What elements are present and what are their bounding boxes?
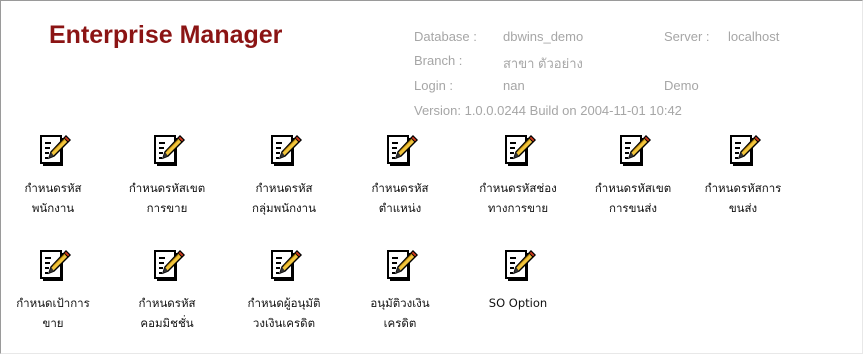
edit-document-icon <box>341 133 459 169</box>
server-label: Server : <box>664 29 710 44</box>
tile-label-line1: กำหนดรหัส <box>24 181 82 195</box>
tile-commission-code[interactable]: กำหนดรหัสคอมมิชชั่น <box>108 248 226 333</box>
tile-shipping-code[interactable]: กำหนดรหัสการขนส่ง <box>684 133 802 218</box>
tile-label-line2: การขาย <box>146 201 188 215</box>
tile-label-line2: พนักงาน <box>31 201 75 215</box>
database-label: Database : <box>414 29 477 44</box>
edit-document-icon <box>108 248 226 284</box>
tile-label-line1: กำหนดรหัส <box>255 181 313 195</box>
login-extra: Demo <box>664 78 699 93</box>
tile-employee-code[interactable]: กำหนดรหัสพนักงาน <box>0 133 112 218</box>
tile-label-line2: เครดิต <box>383 316 417 330</box>
tile-label-line1: กำหนดรหัส <box>371 181 429 195</box>
tile-label-line2: ตำแหน่ง <box>378 201 422 215</box>
edit-document-icon <box>341 248 459 284</box>
version-info: Version: 1.0.0.0244 Build on 2004-11-01 … <box>414 103 682 118</box>
tile-sales-area-code[interactable]: กำหนดรหัสเขตการขาย <box>108 133 226 218</box>
tile-label-line2: ขาย <box>42 316 64 330</box>
server-value: localhost <box>728 29 780 44</box>
app-title: Enterprise Manager <box>49 21 283 49</box>
tile-so-option[interactable]: SO Option <box>459 248 577 313</box>
main-panel: Enterprise Manager Database : dbwins_dem… <box>0 0 863 354</box>
tile-label-line2: ขนส่ง <box>728 201 758 215</box>
tile-label-line1: กำหนดผู้อนุมัติ <box>247 296 321 310</box>
tile-label-line1: กำหนดเป้าการ <box>16 296 90 310</box>
edit-document-icon <box>574 133 692 169</box>
tile-credit-approver[interactable]: กำหนดผู้อนุมัติวงเงินเครดิต <box>225 248 343 333</box>
tile-position-code[interactable]: กำหนดรหัสตำแหน่ง <box>341 133 459 218</box>
edit-document-icon <box>0 248 112 284</box>
edit-document-icon <box>0 133 112 169</box>
tile-sales-channel-code[interactable]: กำหนดรหัสช่องทางการขาย <box>459 133 577 218</box>
tile-label-line2: กลุ่มพนักงาน <box>252 201 316 215</box>
edit-document-icon <box>108 133 226 169</box>
tile-approve-credit-limit[interactable]: อนุมัติวงเงินเครดิต <box>341 248 459 333</box>
tile-label-line2: วงเงินเครดิต <box>252 316 316 330</box>
login-value: nan <box>503 78 525 93</box>
tile-employee-group-code[interactable]: กำหนดรหัสกลุ่มพนักงาน <box>225 133 343 218</box>
edit-document-icon <box>225 248 343 284</box>
tile-label-line1: กำหนดรหัสเขต <box>594 181 672 195</box>
tile-label-line1: กำหนดรหัสการ <box>704 181 782 195</box>
tile-label-line1: กำหนดรหัสเขต <box>128 181 206 195</box>
tile-label-line1: กำหนดรหัสช่อง <box>479 181 557 195</box>
branch-value: สาขา ตัวอย่าง <box>503 56 583 71</box>
edit-document-icon <box>684 133 802 169</box>
tile-shipping-area-code[interactable]: กำหนดรหัสเขตการขนส่ง <box>574 133 692 218</box>
tile-label-line2: การขนส่ง <box>609 201 657 215</box>
tile-label-line1: อนุมัติวงเงิน <box>370 296 430 310</box>
edit-document-icon <box>459 133 577 169</box>
login-label: Login : <box>414 78 454 93</box>
tile-label-line2: คอมมิชชั่น <box>140 316 194 330</box>
edit-document-icon <box>225 133 343 169</box>
tile-sales-target[interactable]: กำหนดเป้าการขาย <box>0 248 112 333</box>
branch-label: Branch : <box>414 53 463 68</box>
tile-label-line1: กำหนดรหัส <box>138 296 196 310</box>
tile-label-line2: ทางการขาย <box>487 201 549 215</box>
database-value: dbwins_demo <box>503 29 584 44</box>
edit-document-icon <box>459 248 577 284</box>
tile-label-line1: SO Option <box>488 296 548 310</box>
